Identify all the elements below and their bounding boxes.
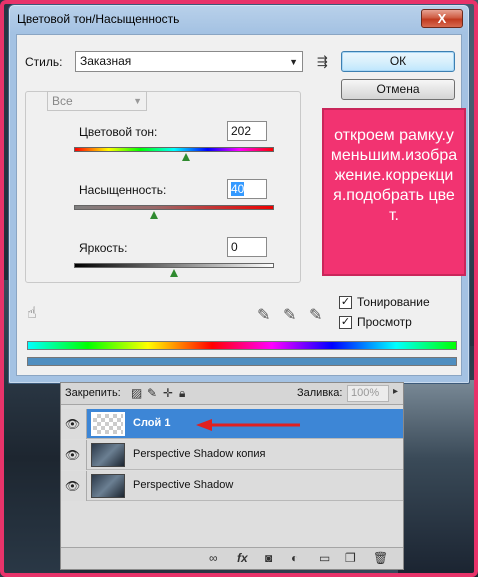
layer-thumbnail [91,443,125,467]
chevron-down-icon: ▼ [289,57,298,67]
list-options-icon[interactable]: ⇶ [317,54,328,70]
adjustment-icon[interactable]: ◐ [291,551,298,565]
layer-row[interactable]: 👁︎ Perspective Shadow [61,471,403,501]
lock-pixels-icon[interactable]: ✎ [147,386,157,400]
close-button[interactable]: X [421,9,463,28]
chevron-right-icon[interactable]: ▸ [393,386,398,397]
visibility-cell[interactable]: 👁︎ [61,471,87,501]
style-select-value: Заказная [80,54,132,68]
cancel-button[interactable]: Отмена [341,79,455,100]
preview-label: Просмотр [357,315,412,329]
cancel-button-label: Отмена [376,82,420,96]
style-label: Стиль: [25,55,63,69]
dialog-title: Цветовой тон/Насыщенность [17,12,180,26]
annotation-box: откроем рамку.уменьшим.изображение.корре… [322,108,466,276]
lightness-input[interactable]: 0 [227,237,267,257]
lock-label: Закрепить: [65,387,121,399]
lock-all-icon[interactable]: 🔒︎ [179,386,185,401]
eye-icon[interactable]: 👁︎ [65,479,83,493]
saturation-value: 40 [231,182,245,196]
layer-thumbnail [91,474,125,498]
eyedropper-minus-icon[interactable]: ✎ [309,305,322,325]
layers-panel: Закрепить: ▨ ✎ ✛ 🔒︎ Заливка: 100% ▸ 👁︎ С… [60,382,404,570]
eye-icon[interactable]: 👁︎ [65,417,83,431]
edit-range-value: Все [52,94,73,108]
layer-name[interactable]: Perspective Shadow [133,479,233,491]
edit-range-select[interactable]: Все ▼ [47,91,147,111]
layers-footer: ∞ fx ◙ ◐ ▭ ❐ 🗑︎ [61,547,403,569]
lightness-slider-track[interactable] [74,263,274,268]
eye-icon[interactable]: 👁︎ [65,448,83,462]
close-icon: X [437,11,447,26]
fill-value: 100% [351,387,380,399]
saturation-slider-track[interactable] [74,205,274,210]
input-spectrum-bar [27,341,457,350]
saturation-input[interactable]: 40 [227,179,267,199]
visibility-cell[interactable]: 👁︎ [61,409,87,439]
annotation-text: откроем рамку.уменьшим.изображение.корре… [330,127,458,224]
lock-transparency-icon[interactable]: ▨ [131,386,142,400]
chevron-down-icon: ▼ [133,96,142,106]
checkmark-icon: ✓ [339,316,352,329]
hue-label: Цветовой тон: [79,125,158,139]
new-layer-icon[interactable]: ❐ [345,551,356,565]
targeted-adjustment-icon[interactable]: ☝ [27,303,37,323]
rocks-right [398,380,478,577]
hue-slider-track[interactable] [74,147,274,152]
visibility-cell[interactable]: 👁︎ [61,440,87,470]
lock-position-icon[interactable]: ✛ [163,386,173,400]
saturation-slider-thumb[interactable] [150,211,158,219]
eyedropper-icon[interactable]: ✎ [257,305,270,325]
fill-input[interactable]: 100% [347,385,389,402]
hue-slider-thumb[interactable] [182,153,190,161]
hue-value: 202 [231,124,252,138]
dialog-titlebar[interactable]: Цветовой тон/Насыщенность X [9,5,469,33]
layer-row[interactable]: 👁︎ Perspective Shadow копия [61,440,403,470]
layers-toolbar: Закрепить: ▨ ✎ ✛ 🔒︎ Заливка: 100% ▸ [61,383,403,405]
layer-name[interactable]: Perspective Shadow копия [133,448,265,460]
layer-name[interactable]: Слой 1 [133,417,170,429]
trash-icon[interactable]: 🗑︎ [373,551,388,565]
style-select[interactable]: Заказная ▼ [75,51,303,72]
ok-button-label: ОК [389,54,407,68]
fill-label: Заливка: [297,387,343,399]
lightness-slider-thumb[interactable] [170,269,178,277]
colorize-label: Тонирование [357,295,430,309]
hue-input[interactable]: 202 [227,121,267,141]
fx-icon[interactable]: fx [237,551,248,565]
ok-button[interactable]: ОК [341,51,455,72]
mask-icon[interactable]: ◙ [265,551,272,565]
eyedropper-plus-icon[interactable]: ✎ [283,305,296,325]
red-arrow-icon [196,419,300,431]
lightness-label: Яркость: [79,241,128,255]
saturation-label: Насыщенность: [79,183,167,197]
link-icon[interactable]: ∞ [209,551,218,565]
layer-thumbnail [91,412,125,436]
group-folder-icon[interactable]: ▭ [319,551,330,565]
checkmark-icon: ✓ [339,296,352,309]
output-spectrum-bar [27,357,457,366]
lightness-value: 0 [231,240,238,254]
